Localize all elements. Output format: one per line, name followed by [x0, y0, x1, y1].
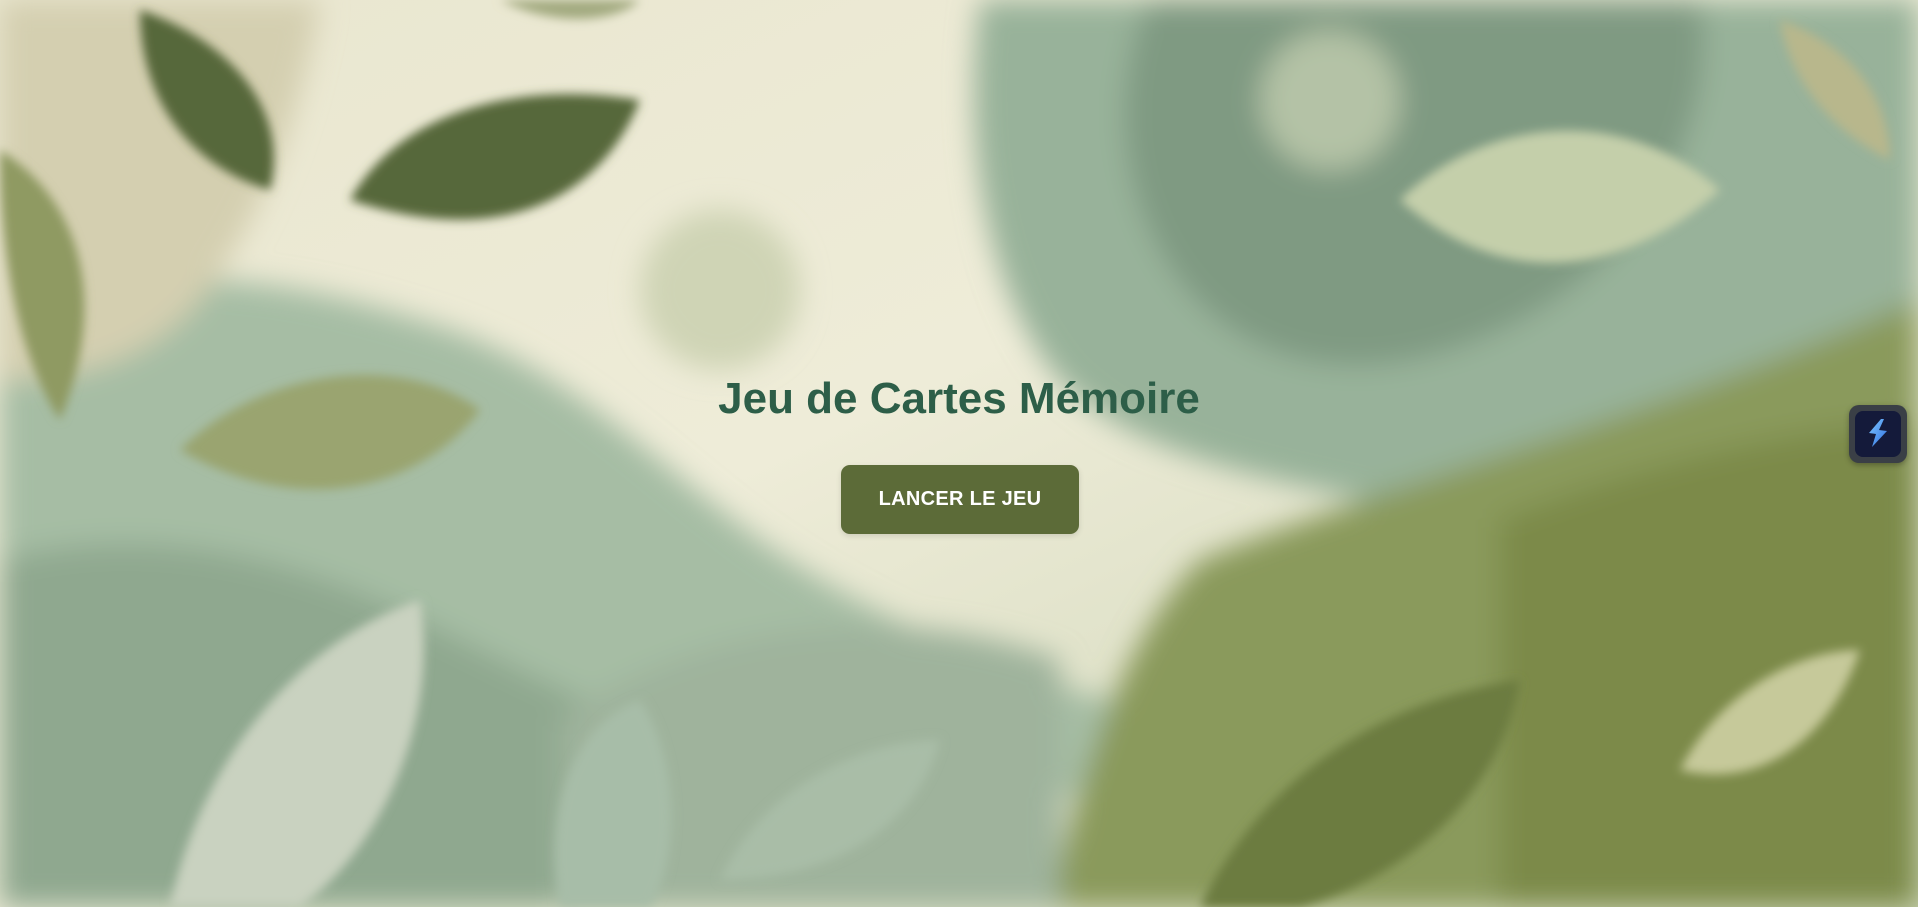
start-game-button[interactable]: LANCER LE JEU — [841, 465, 1079, 534]
extension-widget-face — [1855, 411, 1901, 457]
extension-widget-button[interactable] — [1849, 405, 1907, 463]
game-screen: Jeu de Cartes Mémoire LANCER LE JEU — [0, 0, 1918, 907]
game-title: Jeu de Cartes Mémoire — [718, 374, 1200, 423]
lightning-bolt-icon — [1869, 419, 1887, 447]
leaf-background — [0, 0, 1918, 907]
